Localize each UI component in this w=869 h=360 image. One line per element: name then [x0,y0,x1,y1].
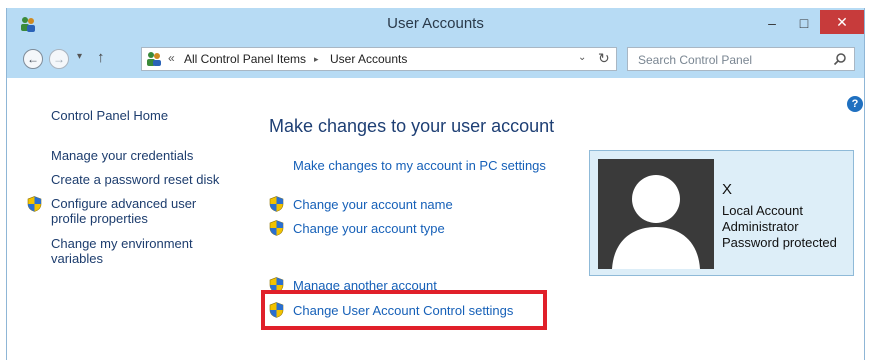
avatar [598,159,714,269]
window-title: User Accounts [387,15,484,32]
back-button[interactable]: ← [23,49,43,69]
uac-settings-highlight [261,290,547,330]
forward-button[interactable]: → [49,49,69,69]
pc-settings-link[interactable]: Make changes to my account in PC setting… [293,158,546,173]
content-area: ? Control Panel Home Manage your credent… [7,78,864,360]
account-name: X [722,181,733,198]
uac-shield-icon [27,196,42,212]
account-role: Administrator [722,219,799,234]
manage-credentials-link[interactable]: Manage your credentials [51,148,193,163]
search-icon[interactable] [832,51,848,67]
search-input[interactable] [628,48,836,72]
breadcrumb-separator-icon[interactable]: ▸ [314,54,319,65]
up-button[interactable]: ↑ [97,49,105,66]
environment-variables-line-1: Change my environment [51,236,193,251]
account-type: Local Account [722,203,803,218]
uac-shield-icon [269,196,284,212]
advanced-profile-line-2: profile properties [51,211,148,226]
account-card: X Local Account Administrator Password p… [589,150,854,276]
search-box[interactable] [627,47,855,72]
address-bar[interactable]: « All Control Panel Items ▸ User Account… [141,47,617,71]
recent-locations-button[interactable]: ▾ [77,51,82,62]
account-password-status: Password protected [722,235,837,250]
window: User Accounts – □ ✕ ← → ▾ ↑ « All Contro… [6,8,865,360]
title-bar[interactable]: User Accounts – □ ✕ [7,8,864,40]
close-button[interactable]: ✕ [820,10,864,34]
change-account-name-link[interactable]: Change your account name [293,197,453,212]
uac-shield-icon [269,220,284,236]
address-dropdown-icon[interactable]: ⌄ [578,52,586,63]
page-title: Make changes to your user account [269,116,555,136]
maximize-button[interactable]: □ [789,12,819,34]
refresh-icon[interactable]: ↻ [598,50,610,67]
breadcrumb-overflow-icon[interactable]: « [168,51,175,65]
help-icon[interactable]: ? [847,96,863,112]
change-account-type-link[interactable]: Change your account type [293,221,445,236]
environment-variables-line-2: variables [51,251,104,266]
control-panel-home-link[interactable]: Control Panel Home [51,108,168,123]
breadcrumb-control-panel-items[interactable]: All Control Panel Items [184,52,306,66]
user-accounts-icon [147,52,161,66]
user-silhouette-icon [612,175,700,269]
advanced-profile-line-1: Configure advanced user [51,196,197,211]
password-reset-disk-link[interactable]: Create a password reset disk [51,172,219,187]
minimize-button[interactable]: – [757,12,787,34]
navigation-bar: ← → ▾ ↑ « All Control Panel Items ▸ User… [7,40,864,78]
breadcrumb-user-accounts[interactable]: User Accounts [330,52,407,66]
